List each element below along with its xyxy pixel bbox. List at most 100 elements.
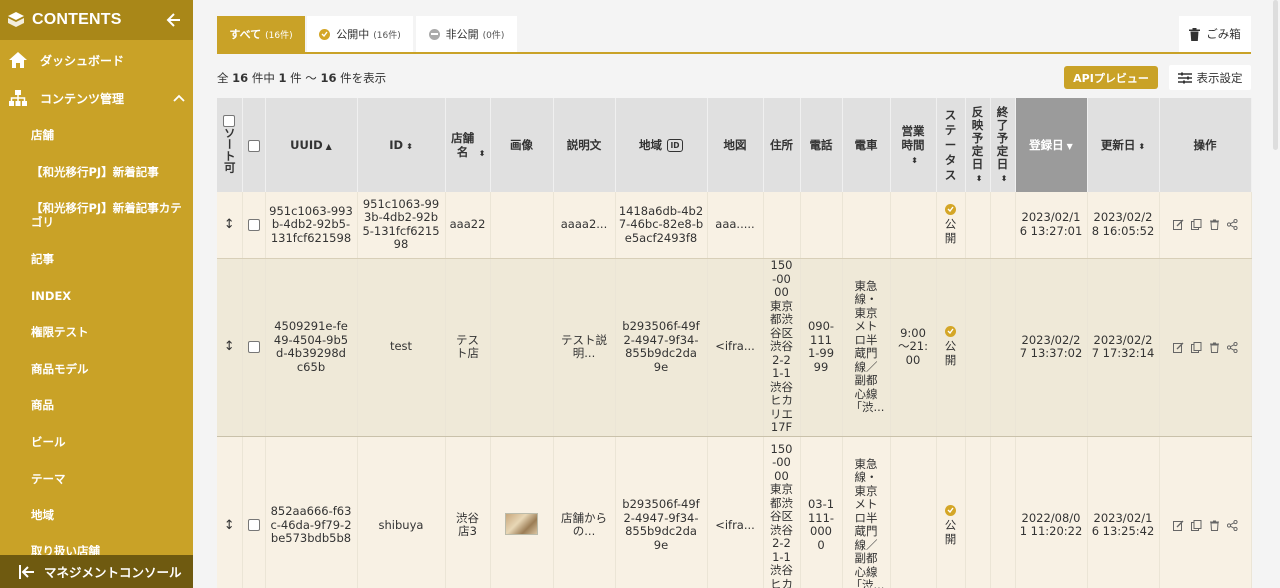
- copy-icon[interactable]: [1190, 341, 1202, 353]
- cell-image: [490, 192, 554, 259]
- exit-arrow-icon: [18, 564, 36, 580]
- sort-icon: ⬍: [478, 149, 486, 158]
- col-updated[interactable]: 更新日 ⬍: [1087, 98, 1160, 192]
- edit-icon[interactable]: [1172, 219, 1184, 231]
- col-reflect-date[interactable]: 反映予定日 ⬍: [965, 98, 991, 192]
- sidebar-sub-article[interactable]: 記事: [0, 240, 193, 277]
- tab-all[interactable]: すべて (16件): [217, 16, 305, 52]
- cell-map: <ifra...: [707, 258, 764, 437]
- sidebar-sub-new-article[interactable]: 【和光移行PJ】新着記事: [0, 153, 193, 190]
- sidebar-sub-product-model[interactable]: 商品モデル: [0, 350, 193, 387]
- cell-address: 150-0000 東京都渋谷区渋谷2-21-1 渋谷ヒカリエ: [763, 436, 801, 588]
- cell-updated: 2023/02/16 13:25:42: [1087, 436, 1160, 588]
- id-badge-icon[interactable]: ID: [667, 139, 683, 152]
- copy-icon[interactable]: [1190, 219, 1202, 231]
- cell-address: 150-0000 東京都渋谷区渋谷2-21-1 渋谷ヒカリエ17F: [763, 258, 801, 437]
- col-hours[interactable]: 営業時間 ⬍: [890, 98, 937, 192]
- cell-actions: [1159, 436, 1252, 588]
- trash-button[interactable]: ごみ箱: [1179, 16, 1251, 52]
- drag-handle-icon[interactable]: ↕: [224, 339, 235, 354]
- table-row[interactable]: ↕ 852aa666-f63c-46da-9f79-2be573bdb5b8 s…: [217, 436, 1252, 588]
- cell-status: 公開: [936, 192, 966, 259]
- cell-actions: [1159, 258, 1252, 437]
- copy-icon[interactable]: [1190, 519, 1202, 531]
- cell-hours: [890, 436, 937, 588]
- cell-reflect-date: [965, 192, 991, 259]
- home-icon: [8, 51, 28, 69]
- share-icon[interactable]: [1226, 519, 1238, 531]
- sidebar-sub-new-article-category[interactable]: 【和光移行PJ】新着記事カテゴリ: [0, 190, 193, 240]
- sidebar-sub-store[interactable]: 店舗: [0, 117, 193, 153]
- share-icon[interactable]: [1226, 341, 1238, 353]
- sidebar-sub-product[interactable]: 商品: [0, 387, 193, 423]
- content-table: ソート可 UUID ▲ ID ⬍ 店舗名 ⬍ 画像 説明文 地域 ID 地図 住所 電話…: [217, 98, 1252, 588]
- tab-private[interactable]: 非公開 (0件): [416, 16, 517, 52]
- cell-region: b293506f-49f2-4947-9f34-855b9dc2da9e: [615, 436, 708, 588]
- cell-end-date: [990, 258, 1016, 437]
- trash-icon[interactable]: [1209, 219, 1220, 231]
- api-preview-button[interactable]: APIプレビュー: [1064, 66, 1158, 89]
- check-circle-icon: [945, 204, 956, 215]
- cell-train: 東急線・東京メトロ半蔵門線／副都心線「渋...: [842, 436, 891, 588]
- select-all-sort-checkbox[interactable]: [223, 114, 236, 127]
- minus-circle-icon: [428, 28, 440, 40]
- check-circle-icon: [945, 504, 956, 516]
- check-circle-icon: [319, 28, 331, 40]
- tab-public[interactable]: 公開中 (16件): [307, 16, 413, 52]
- drag-handle-icon[interactable]: ↕: [224, 217, 235, 232]
- cell-id: shibuya: [357, 436, 446, 588]
- sort-desc-icon: ▼: [1066, 142, 1073, 151]
- sidebar-title: CONTENTS: [32, 11, 122, 28]
- cell-map: aaa.....: [707, 192, 764, 259]
- select-all-checkbox[interactable]: [247, 139, 260, 152]
- cell-image: [490, 258, 554, 437]
- chevron-up-icon[interactable]: [173, 91, 185, 105]
- cell-end-date: [990, 192, 1016, 259]
- col-id[interactable]: ID ⬍: [357, 98, 446, 192]
- sidebar-sub-index[interactable]: INDEX: [0, 277, 193, 314]
- sliders-icon: [1177, 72, 1192, 84]
- col-end-date[interactable]: 終了予定日 ⬍: [990, 98, 1016, 192]
- cell-map: <ifra...: [707, 436, 764, 588]
- row-checkbox[interactable]: [247, 519, 260, 531]
- row-checkbox[interactable]: [247, 340, 260, 353]
- cell-hours: 9:00～21:00: [890, 258, 937, 437]
- cell-name: テスト店: [445, 258, 491, 437]
- sidebar-sub-theme[interactable]: テーマ: [0, 460, 193, 497]
- col-select[interactable]: [242, 98, 266, 192]
- row-checkbox[interactable]: [247, 218, 260, 231]
- cell-status: 公開: [936, 258, 966, 437]
- display-settings-button[interactable]: 表示設定: [1169, 65, 1251, 90]
- share-icon[interactable]: [1226, 219, 1238, 231]
- cell-id: 951c1063-993b-4db2-92b5-131fcf621598: [357, 192, 446, 259]
- sidebar-item-dashboard[interactable]: ダッシュボード: [0, 41, 193, 79]
- edit-icon[interactable]: [1172, 342, 1184, 353]
- table-row[interactable]: ↕ 951c1063-993b-4db2-92b5-131fcf621598 9…: [217, 192, 1252, 259]
- drag-handle-icon[interactable]: ↕: [224, 518, 235, 533]
- sidebar-sub-beer[interactable]: ビール: [0, 423, 193, 460]
- table-row[interactable]: ↕ 4509291e-fe49-4504-9b5d-4b39298dc65b t…: [217, 258, 1252, 437]
- cell-reflect-date: [965, 258, 991, 437]
- col-registered[interactable]: 登録日 ▼: [1015, 98, 1088, 192]
- cell-train: 東急線・東京メトロ半蔵門線／副都心線「渋...: [842, 258, 891, 437]
- cell-registered: 2023/02/27 13:37:02: [1015, 258, 1088, 437]
- col-actions: 操作: [1159, 98, 1252, 192]
- col-store-name[interactable]: 店舗名 ⬍: [445, 98, 491, 192]
- cell-phone: 090-1111-9999: [800, 258, 843, 437]
- sidebar-sub-region[interactable]: 地域: [0, 497, 193, 533]
- store-thumbnail[interactable]: [505, 512, 538, 535]
- sidebar-item-content-mgmt[interactable]: コンテンツ管理: [0, 79, 193, 117]
- col-sortable[interactable]: ソート可: [217, 98, 243, 192]
- collapse-arrow-icon[interactable]: [165, 11, 183, 29]
- edit-icon[interactable]: [1172, 520, 1184, 531]
- vertical-scrollbar[interactable]: [1273, 0, 1278, 150]
- management-console-link[interactable]: マネジメントコンソール: [0, 555, 193, 588]
- cell-uuid: 852aa666-f63c-46da-9f79-2be573bdb5b8: [265, 436, 358, 588]
- sort-icon: ▲: [325, 142, 332, 151]
- col-uuid[interactable]: UUID ▲: [265, 98, 358, 192]
- main-content: すべて (16件) 公開中 (16件) 非公開 (0件) ごみ箱 全 16 件中 1 …: [193, 0, 1280, 588]
- cell-desc: aaaa2...: [553, 192, 616, 259]
- trash-icon[interactable]: [1209, 342, 1220, 353]
- trash-icon[interactable]: [1209, 520, 1220, 531]
- sidebar-sub-permission-test[interactable]: 権限テスト: [0, 314, 193, 350]
